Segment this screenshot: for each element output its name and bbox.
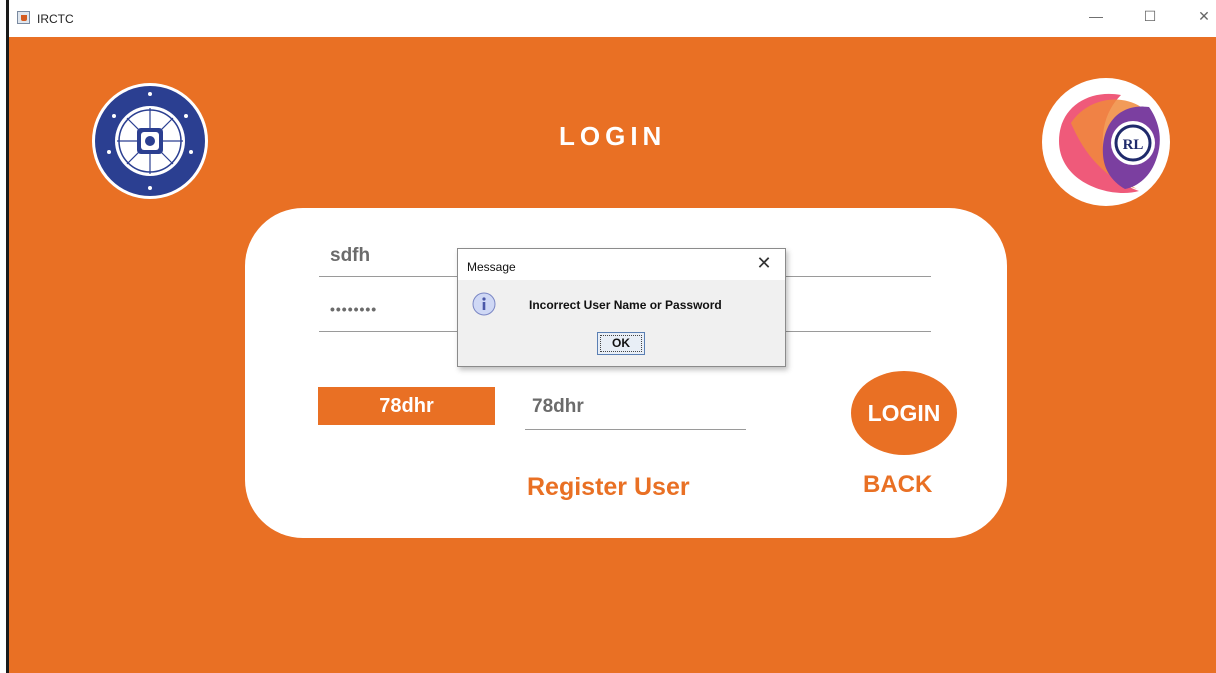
dialog-title: Message [467, 260, 516, 274]
login-panel: LOGIN RL sdfh •••••••• 78dhr 78dhr LOGIN… [9, 37, 1216, 673]
page-title: LOGIN [559, 121, 667, 151]
captcha-code: 78dhr [318, 387, 495, 425]
register-user-link[interactable]: Register User [527, 473, 690, 502]
message-dialog: Message ✕ Incorrect User Name or Passwor… [457, 248, 786, 367]
ok-button[interactable]: OK [597, 332, 645, 355]
indian-railways-logo [92, 83, 208, 199]
ok-focus-ring [600, 335, 642, 352]
close-button[interactable]: ✕ [1197, 8, 1211, 25]
back-link[interactable]: BACK [863, 471, 932, 499]
window-title: IRCTC [37, 12, 74, 26]
minimize-button[interactable]: — [1086, 8, 1106, 24]
java-cup-icon [17, 11, 30, 24]
username-value: sdfh [330, 245, 371, 266]
password-mask: •••••••• [330, 301, 378, 317]
login-button[interactable]: LOGIN [851, 371, 957, 455]
dialog-titlebar: Message ✕ [458, 249, 785, 280]
captcha-input-value: 78dhr [532, 396, 584, 417]
maximize-button[interactable]: ☐ [1140, 8, 1160, 25]
irctc-logo: RL [1042, 78, 1170, 206]
dialog-message: Incorrect User Name or Password [529, 298, 722, 312]
svg-text:RL: RL [1123, 137, 1144, 153]
window-titlebar: IRCTC — ☐ ✕ [9, 0, 1216, 37]
dialog-close-button[interactable]: ✕ [754, 253, 774, 274]
info-icon [472, 292, 496, 316]
